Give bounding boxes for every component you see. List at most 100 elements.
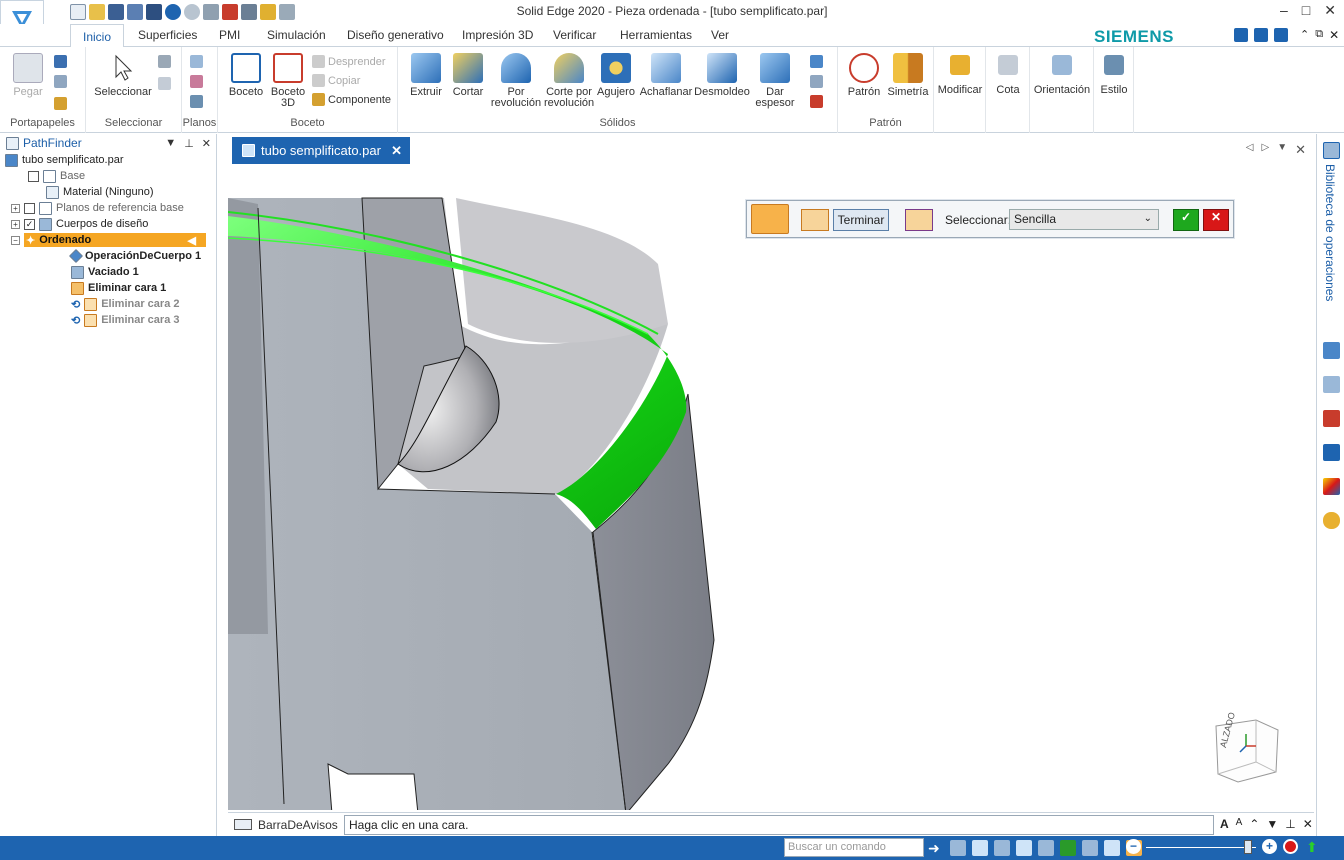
orientation-button[interactable]: Orientación: [1032, 55, 1092, 96]
finish-button[interactable]: Terminar: [833, 209, 889, 231]
rotate-icon[interactable]: [1038, 840, 1054, 856]
tree-item-base[interactable]: Base: [28, 168, 85, 184]
tree-item-ordered[interactable]: − ✦ Ordenado ◀: [11, 232, 206, 248]
font-smaller-icon[interactable]: A: [1236, 817, 1243, 831]
command-search-input[interactable]: Buscar un comando: [784, 838, 924, 857]
pin-prompt-icon[interactable]: ⊥: [1285, 817, 1295, 831]
3d-viewport[interactable]: Terminar Seleccionar: Sencilla ⌄ ✓ ✕ ALZ…: [228, 164, 1314, 810]
hole-button[interactable]: Agujero: [596, 53, 636, 98]
plane-normal-icon[interactable]: [190, 75, 203, 88]
tab-verificar[interactable]: Verificar: [553, 28, 596, 42]
tab-herramientas[interactable]: Herramientas: [620, 28, 692, 42]
collapse-icon[interactable]: −: [11, 235, 20, 245]
tool-icon[interactable]: [203, 4, 219, 20]
doc-close-icon[interactable]: ✕: [1329, 28, 1339, 42]
style-button[interactable]: Estilo: [1096, 55, 1132, 96]
coordinate-system-icon[interactable]: [190, 95, 203, 108]
shell-icon[interactable]: [810, 75, 823, 88]
paste-button[interactable]: Pegar: [10, 53, 46, 98]
save-icon[interactable]: [108, 4, 124, 20]
plane-icon[interactable]: [190, 55, 203, 68]
rib-icon[interactable]: [810, 55, 823, 68]
tab-simulacion[interactable]: Simulación: [267, 28, 326, 42]
base-checkbox[interactable]: [28, 170, 39, 182]
select-button[interactable]: Seleccionar: [92, 53, 154, 98]
tab-list-icon[interactable]: ▼: [1277, 142, 1287, 158]
extrude-button[interactable]: Extruir: [406, 53, 446, 98]
select-box-icon[interactable]: [158, 77, 171, 90]
pathfinder-close-icon[interactable]: ✕: [202, 137, 211, 150]
thicken-button[interactable]: Dar espesor: [752, 53, 798, 109]
mv-icon[interactable]: [222, 4, 238, 20]
display-style-icon[interactable]: [1082, 840, 1098, 856]
zoom-slider-thumb[interactable]: [1244, 840, 1252, 854]
tab-right-icon[interactable]: ▷: [1261, 142, 1269, 158]
document-tab[interactable]: tubo semplificato.par ✕: [232, 137, 410, 164]
zoom-area-icon[interactable]: [950, 840, 966, 856]
tree-item-delete-face-3[interactable]: ⟲ Eliminar cara 3: [71, 312, 180, 328]
maximize-icon[interactable]: □: [1302, 2, 1310, 19]
layers-icon[interactable]: [1254, 28, 1268, 42]
restore-icon[interactable]: ⧉: [1315, 28, 1323, 42]
component-button[interactable]: Componente: [312, 93, 391, 106]
deselect-icon[interactable]: [905, 209, 933, 231]
tab-pmi[interactable]: PMI: [219, 28, 240, 42]
planes-checkbox[interactable]: [24, 202, 35, 214]
tab-diseno-generativo[interactable]: Diseño generativo: [347, 28, 444, 42]
tab-inicio[interactable]: Inicio: [70, 24, 124, 48]
record-icon[interactable]: [1283, 839, 1298, 854]
step-icon-button[interactable]: [801, 209, 829, 231]
expand-up-icon[interactable]: ⌃: [1249, 817, 1259, 831]
upload-icon[interactable]: ⬆: [1306, 839, 1318, 856]
face-select-step-button[interactable]: [751, 204, 789, 234]
fit-icon[interactable]: [994, 840, 1010, 856]
select-mode-dropdown[interactable]: Sencilla ⌄: [1009, 209, 1159, 230]
tree-item-body-op[interactable]: OperaciónDeCuerpo 1: [68, 248, 201, 264]
query-icon[interactable]: [260, 4, 276, 20]
close-icon[interactable]: ✕: [1324, 2, 1336, 19]
tree-item-shell[interactable]: Vaciado 1: [71, 264, 139, 280]
tree-item-delete-face-2[interactable]: ⟲ Eliminar cara 2: [71, 296, 180, 312]
tree-item-reference-planes[interactable]: + Planos de referencia base: [11, 200, 184, 216]
bodies-checkbox[interactable]: ✓: [24, 218, 35, 230]
shading-icon[interactable]: [1104, 840, 1120, 856]
video-icon[interactable]: [1323, 444, 1340, 461]
revolve-cut-button[interactable]: Corte por revolución: [544, 53, 594, 109]
minimize-icon[interactable]: –: [1280, 2, 1288, 19]
copy-sketch-button[interactable]: Copiar: [312, 74, 360, 87]
undo-icon[interactable]: [165, 4, 181, 20]
image-icon[interactable]: [1323, 410, 1340, 427]
filter-icon[interactable]: [158, 55, 171, 68]
rollback-arrow-icon[interactable]: ◀: [188, 234, 206, 247]
detach-button[interactable]: Desprender: [312, 55, 385, 68]
revolve-button[interactable]: Por revolución: [488, 53, 544, 109]
assembly-icon[interactable]: [1323, 342, 1340, 359]
search-go-icon[interactable]: ➜: [928, 840, 940, 857]
menu-icon[interactable]: ▼: [1266, 817, 1278, 831]
help-icon[interactable]: [1274, 28, 1288, 42]
tree-item-delete-face-1[interactable]: Eliminar cara 1: [71, 280, 166, 296]
sketch-button[interactable]: Boceto: [226, 53, 266, 98]
format-painter-icon[interactable]: [54, 97, 67, 110]
properties-icon[interactable]: [146, 4, 162, 20]
expand-icon[interactable]: +: [11, 203, 20, 213]
boolean-icon[interactable]: [810, 95, 823, 108]
tab-impresion-3d[interactable]: Impresión 3D: [462, 28, 533, 42]
sketch-3d-button[interactable]: Boceto 3D: [268, 53, 308, 109]
copy-icon[interactable]: [54, 75, 67, 88]
tree-item-material[interactable]: Material (Ninguno): [46, 184, 153, 200]
zoom-icon[interactable]: [972, 840, 988, 856]
draft-button[interactable]: Desmoldeo: [694, 53, 750, 98]
save-as-icon[interactable]: [127, 4, 143, 20]
tree-item-design-bodies[interactable]: + ✓ Cuerpos de diseño: [11, 216, 148, 232]
chamfer-button[interactable]: Achaflanar: [638, 53, 694, 98]
document-tab-close-icon[interactable]: ✕: [391, 143, 402, 159]
zoom-in-icon[interactable]: +: [1262, 839, 1277, 854]
font-larger-icon[interactable]: A: [1220, 817, 1229, 831]
new-file-icon[interactable]: [70, 4, 86, 20]
library-icon[interactable]: [1323, 142, 1340, 159]
close-prompt-icon[interactable]: ✕: [1303, 817, 1313, 831]
pattern-button[interactable]: Patrón: [844, 53, 884, 98]
color-icon[interactable]: [1323, 478, 1340, 495]
cut-button[interactable]: Cortar: [448, 53, 488, 98]
